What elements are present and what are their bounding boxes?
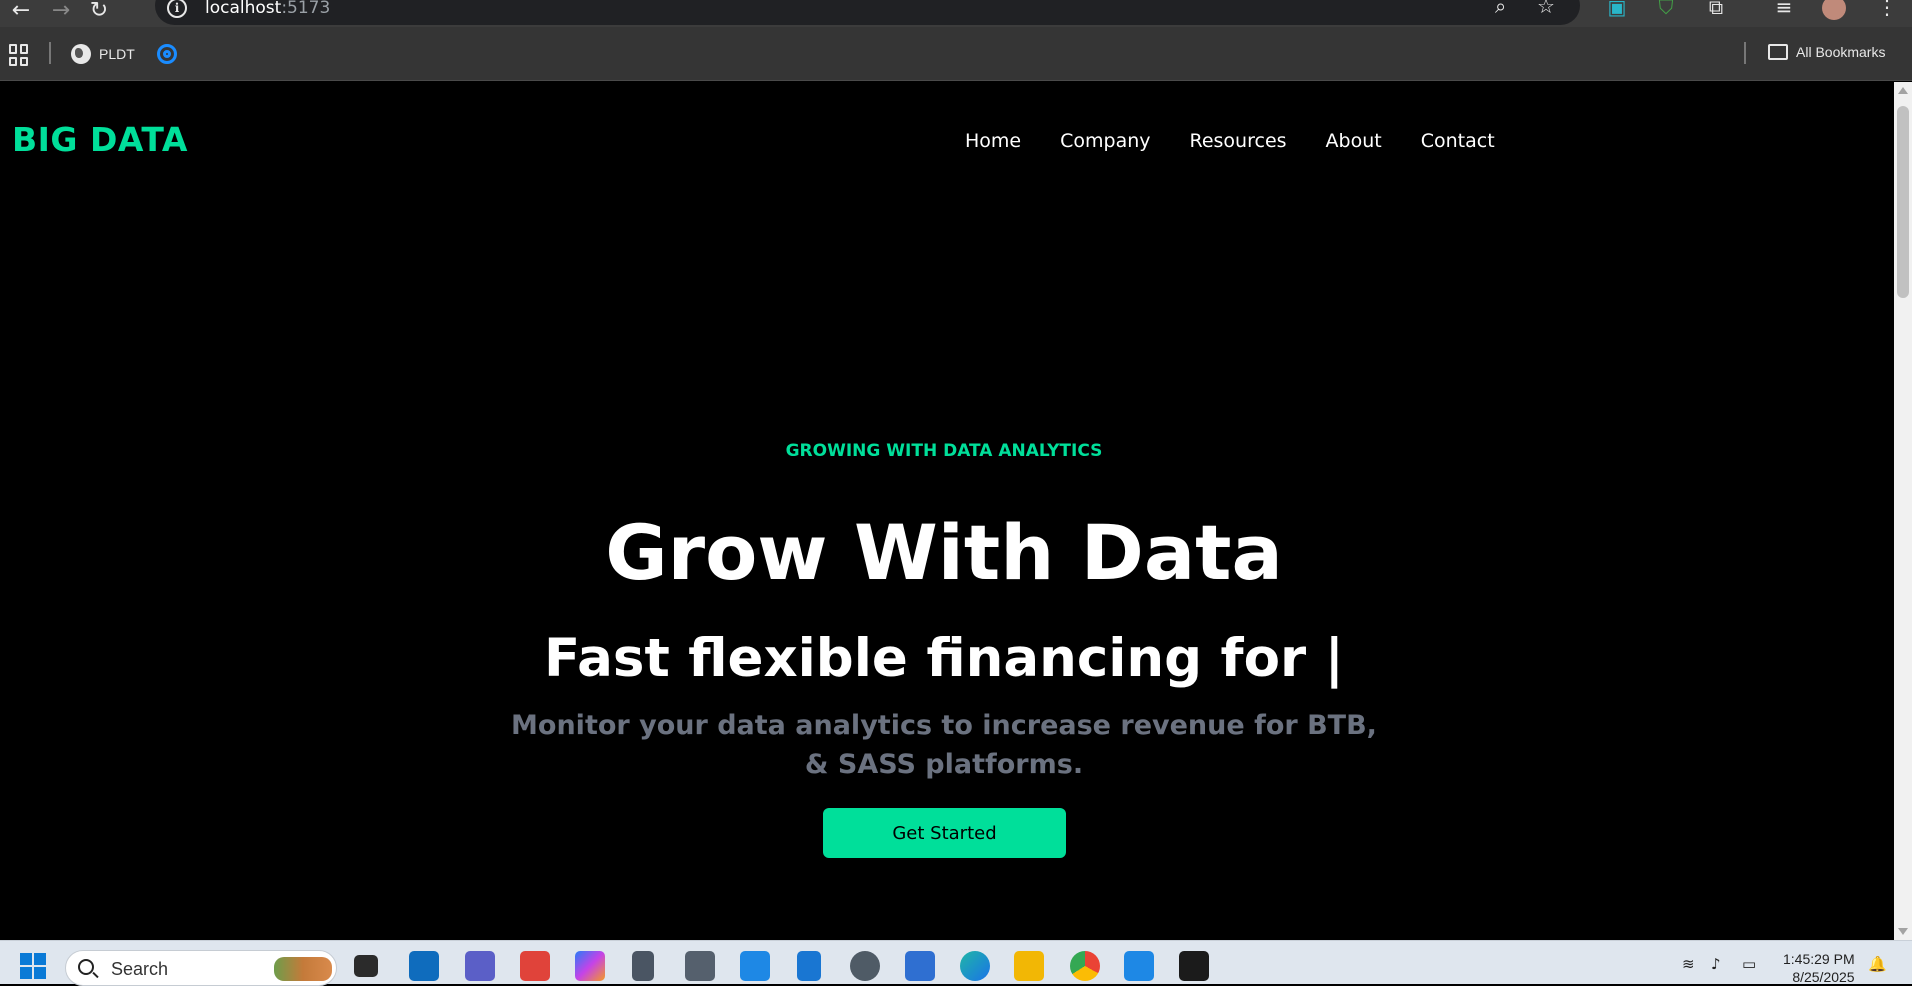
notepad-icon[interactable] — [797, 951, 821, 981]
nav-company[interactable]: Company — [1060, 130, 1150, 152]
scroll-up-arrow-icon[interactable] — [1898, 87, 1908, 94]
main-nav: Home Company Resources About Contact — [965, 130, 1495, 152]
volume-icon[interactable]: ♪ — [1711, 955, 1721, 973]
search-placeholder: Search — [111, 959, 169, 979]
url-port: :5173 — [281, 0, 331, 18]
nav-resources[interactable]: Resources — [1190, 130, 1287, 152]
nav-about[interactable]: About — [1326, 130, 1382, 152]
all-bookmarks-label: All Bookmarks — [1796, 44, 1886, 60]
spiral-icon — [157, 44, 177, 64]
taskbar: Search ≋ ♪ ▭ 1:45:29 PM 8/25/2025 🔔 — [0, 940, 1912, 986]
nav-contact[interactable]: Contact — [1421, 130, 1495, 152]
shield-extension-icon[interactable]: ⛉ — [1653, 0, 1679, 20]
taskbar-search[interactable]: Search — [65, 950, 337, 986]
address-bar[interactable]: i localhost:5173 ⌕ ☆ — [155, 0, 1580, 25]
search-icon — [78, 959, 94, 975]
edge-icon[interactable] — [960, 951, 990, 981]
store-icon[interactable] — [905, 951, 935, 981]
hero-eyebrow: GROWING WITH DATA ANALYTICS — [785, 441, 1103, 461]
hero-title: Grow With Data — [605, 508, 1283, 597]
profile-avatar[interactable] — [1822, 0, 1846, 20]
bookmarks-divider — [49, 42, 51, 64]
system-clock[interactable]: 1:45:29 PM 8/25/2025 — [1783, 950, 1855, 986]
globe-icon — [71, 44, 91, 64]
hero-subtitle: Fast flexible financing for | — [544, 628, 1344, 689]
news-icon[interactable] — [740, 951, 770, 981]
hero-description: Monitor your data analytics to increase … — [511, 710, 1377, 780]
bookmark-star-icon[interactable]: ☆ — [1537, 0, 1555, 18]
folder-icon — [1768, 44, 1788, 60]
bookmark-pldt[interactable]: PLDT — [71, 44, 135, 64]
bookmarks-divider-right — [1744, 42, 1746, 64]
clock-date: 8/25/2025 — [1792, 969, 1855, 985]
extensions-puzzle-icon[interactable]: ⧉ — [1703, 0, 1729, 20]
bookmark-spiral[interactable] — [157, 44, 177, 64]
browser-menu-icon[interactable]: ⋮ — [1874, 0, 1900, 20]
vscode-icon[interactable] — [1124, 951, 1154, 981]
calculator-icon[interactable] — [632, 951, 654, 981]
battery-icon[interactable]: ▭ — [1742, 955, 1756, 973]
settings-gear-icon[interactable] — [850, 951, 880, 981]
windows-start-icon[interactable] — [20, 953, 46, 979]
reload-icon[interactable]: ↻ — [84, 0, 114, 26]
wifi-icon[interactable]: ≋ — [1682, 955, 1695, 973]
copilot-icon[interactable] — [575, 951, 605, 981]
all-bookmarks-button[interactable]: All Bookmarks — [1768, 44, 1885, 60]
url-text[interactable]: localhost:5173 — [205, 0, 330, 18]
task-view-icon[interactable] — [354, 955, 378, 977]
zoom-icon[interactable]: ⌕ — [1495, 0, 1506, 18]
get-started-button[interactable]: Get Started — [823, 808, 1066, 858]
teams-icon[interactable] — [465, 951, 495, 981]
url-host: localhost — [205, 0, 282, 18]
reader-extension-icon[interactable]: ▣ — [1604, 0, 1630, 20]
drawing-app-icon[interactable] — [520, 951, 550, 981]
camera-icon[interactable] — [685, 951, 715, 981]
scroll-thumb[interactable] — [1897, 106, 1909, 298]
scroll-down-arrow-icon[interactable] — [1898, 928, 1908, 935]
nav-home[interactable]: Home — [965, 130, 1021, 152]
site-info-icon[interactable]: i — [167, 0, 187, 18]
outlook-icon[interactable] — [409, 951, 439, 981]
back-arrow-icon[interactable]: ← — [6, 0, 36, 26]
browser-toolbar: ← → ↻ i localhost:5173 ⌕ ☆ ▣ ⛉ ⧉ ≡ ⋮ — [0, 0, 1912, 27]
page-scrollbar[interactable] — [1894, 82, 1912, 940]
bookmark-label: PLDT — [99, 46, 135, 62]
forward-arrow-icon[interactable]: → — [46, 0, 76, 26]
brand-logo[interactable]: BIG DATA — [12, 120, 188, 159]
media-controls-icon[interactable]: ≡ — [1771, 0, 1797, 20]
file-explorer-icon[interactable] — [1014, 951, 1044, 981]
clock-time: 1:45:29 PM — [1783, 951, 1855, 967]
apps-grid-icon[interactable] — [9, 44, 31, 66]
terminal-icon[interactable] — [1179, 951, 1209, 981]
search-highlight-image — [274, 957, 332, 981]
bookmarks-bar: PLDT All Bookmarks — [0, 27, 1912, 81]
notification-bell-icon[interactable]: 🔔 — [1868, 955, 1887, 973]
chrome-icon[interactable] — [1070, 951, 1100, 981]
